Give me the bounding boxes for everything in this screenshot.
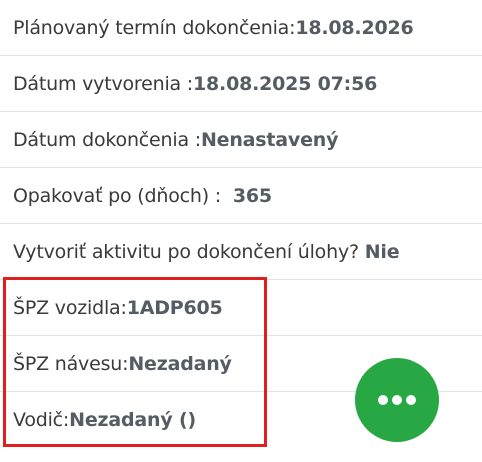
more-horizontal-icon [376,395,418,405]
create-activity-value: Nie [364,240,400,263]
completion-date-value: Nenastavený [200,128,339,151]
highlight-box [3,277,267,447]
repeat-after-value: 365 [232,184,272,207]
repeat-after-label: Opakovať po (dňoch) : [13,184,227,207]
created-date-row: Dátum vytvorenia : 18.08.2025 07:56 [0,56,482,112]
completion-date-row: Dátum dokončenia : Nenastavený [0,112,482,168]
repeat-after-row: Opakovať po (dňoch) : 365 [0,168,482,224]
completion-date-label: Dátum dokončenia : [13,128,201,151]
planned-completion-label: Plánovaný termín dokončenia: [13,16,296,39]
create-activity-label: Vytvoriť aktivitu po dokončení úlohy? [13,240,365,263]
planned-completion-row: Plánovaný termín dokončenia: 18.08.2026 [0,0,482,56]
create-activity-row: Vytvoriť aktivitu po dokončení úlohy? Ni… [0,224,482,280]
created-date-value: 18.08.2025 07:56 [193,72,378,95]
more-actions-button[interactable] [355,358,439,442]
planned-completion-value: 18.08.2026 [295,16,414,39]
created-date-label: Dátum vytvorenia : [13,72,194,95]
